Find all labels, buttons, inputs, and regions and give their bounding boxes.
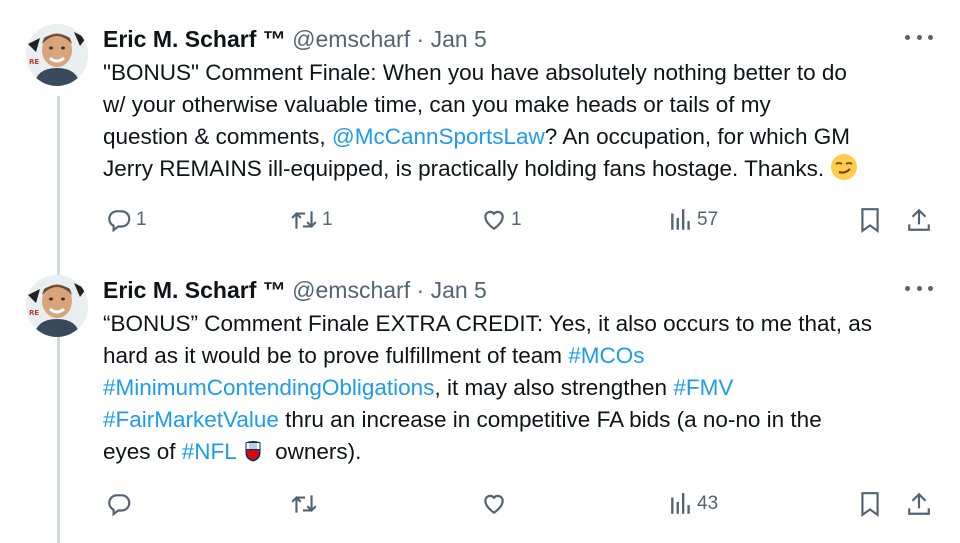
bookmark-icon (861, 208, 879, 233)
text-segment: hard as it would be to prove fulfillment… (103, 343, 569, 368)
author-name[interactable]: Eric M. Scharf ™ (103, 26, 286, 52)
views-icon (671, 209, 690, 230)
share-button[interactable] (906, 207, 932, 233)
reply-button[interactable] (106, 491, 136, 517)
reply-icon (108, 210, 131, 233)
text-line: Jerry REMAINS ill-equipped, is practical… (103, 153, 943, 185)
author-handle[interactable]: @emscharf (292, 277, 410, 303)
text-segment: "BONUS" Comment Finale: When you have ab… (103, 60, 847, 85)
hashtag-link[interactable]: #FairMarketValue (103, 407, 279, 432)
like-count: 1 (511, 209, 522, 230)
reply-count: 1 (136, 209, 147, 230)
text-segment: w/ your otherwise valuable time, can you… (103, 92, 771, 117)
like-button[interactable] (481, 491, 511, 517)
repost-button[interactable]: 1 (290, 207, 333, 233)
heart-icon (484, 494, 504, 514)
text-line: hard as it would be to prove fulfillment… (103, 340, 943, 372)
share-icon (908, 492, 930, 515)
text-line: eyes of #NFL owners). (103, 436, 943, 468)
text-line: "BONUS" Comment Finale: When you have ab… (103, 57, 943, 89)
mention-link[interactable]: @McCannSportsLaw (332, 124, 545, 149)
bookmark-icon (861, 492, 879, 517)
repost-icon (291, 211, 317, 229)
tweet-header: Eric M. Scharf ™ @emscharf · Jan 5 (103, 277, 487, 304)
heart-icon (484, 210, 504, 230)
text-segment: thru an increase in competitive FA bids … (278, 407, 822, 432)
tweet-header: Eric M. Scharf ™ @emscharf · Jan 5 (103, 26, 487, 53)
text-segment: ? An occupation, for which GM (544, 124, 850, 149)
text-segment: , it may also strengthen (434, 375, 674, 400)
text-segment: question & comments, (103, 124, 332, 149)
text-line: question & comments, @McCannSportsLaw? A… (103, 121, 943, 153)
avatar[interactable]: RE (26, 275, 88, 337)
author-name[interactable]: Eric M. Scharf ™ (103, 277, 286, 303)
author-handle[interactable]: @emscharf (292, 26, 410, 52)
text-line: w/ your otherwise valuable time, can you… (103, 89, 943, 121)
svg-text:RE: RE (29, 309, 39, 317)
bookmark-button[interactable] (858, 491, 882, 517)
separator-dot: · (416, 277, 425, 303)
text-segment: eyes of (103, 439, 182, 464)
nfl-shield-logo (244, 440, 262, 463)
hashtag-link[interactable]: #MinimumContendingObligations (103, 375, 434, 400)
share-button[interactable] (906, 491, 932, 517)
bookmark-button[interactable] (858, 207, 882, 233)
text-line: “BONUS” Comment Finale EXTRA CREDIT: Yes… (103, 308, 943, 340)
avatar[interactable]: RE (26, 24, 88, 86)
text-line: #MinimumContendingObligations, it may al… (103, 372, 943, 404)
hashtag-link[interactable]: #MCOs (568, 343, 644, 368)
text-segment: Jerry REMAINS ill-equipped, is practical… (103, 156, 825, 181)
tweet-date[interactable]: Jan 5 (431, 26, 487, 52)
more-options-icon[interactable] (905, 278, 933, 298)
repost-icon (291, 495, 317, 513)
reply-button[interactable]: 1 (106, 207, 147, 233)
text-segment: “BONUS” Comment Finale EXTRA CREDIT: Yes… (103, 311, 873, 336)
separator-dot: · (416, 26, 425, 52)
tweet-date[interactable]: Jan 5 (431, 277, 487, 303)
views-icon (671, 493, 690, 514)
more-options-icon[interactable] (905, 27, 933, 47)
hashtag-link[interactable]: #NFL (182, 439, 237, 464)
text-line: #FairMarketValue thru an increase in com… (103, 404, 943, 436)
share-icon (908, 208, 930, 231)
like-button[interactable]: 1 (481, 207, 522, 233)
views-count: 43 (697, 493, 719, 514)
svg-text:RE: RE (29, 58, 39, 66)
reply-icon (108, 494, 131, 517)
tweet-text: “BONUS” Comment Finale EXTRA CREDIT: Yes… (103, 308, 943, 468)
views-count: 57 (697, 209, 719, 230)
hashtag-link[interactable]: #FMV (673, 375, 733, 400)
views-button[interactable]: 57 (669, 207, 718, 233)
repost-button[interactable] (290, 491, 322, 517)
views-button[interactable]: 43 (669, 491, 718, 517)
tweet-text: "BONUS" Comment Finale: When you have ab… (103, 57, 943, 185)
smirking-face-emoji (831, 154, 858, 180)
text-segment: owners). (268, 439, 362, 464)
repost-count: 1 (322, 209, 333, 230)
